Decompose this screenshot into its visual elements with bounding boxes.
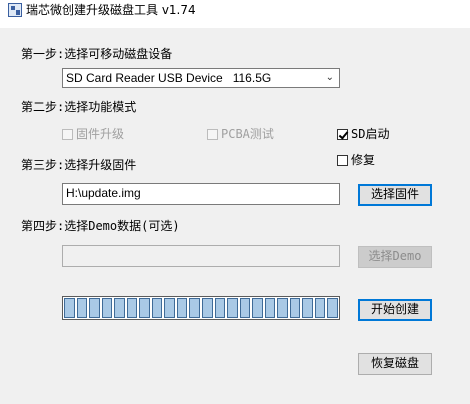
demo-path-field[interactable] [62,245,340,267]
repair-checkbox[interactable] [337,155,348,166]
progress-bar [62,296,340,320]
step2-label: 第二步:选择功能模式 [21,100,137,114]
progress-segment [314,298,326,318]
restore-disk-button[interactable]: 恢复磁盘 [358,353,432,375]
restore-disk-button-label: 恢复磁盘 [370,356,419,370]
title-bar: 瑞芯微创建升级磁盘工具 v1.74 [0,0,470,28]
step4-label: 第四步:选择Demo数据(可选) [21,219,180,233]
window-title: 瑞芯微创建升级磁盘工具 v1.74 [26,3,196,17]
chevron-down-icon[interactable]: ⌄ [326,72,334,84]
progress-segment [264,298,276,318]
progress-segment [151,298,163,318]
progress-segment [64,298,75,318]
progress-segment [89,298,100,318]
progress-segment [164,298,175,318]
app-icon [8,3,22,17]
progress-segment [126,298,138,318]
start-create-button[interactable]: 开始创建 [358,299,432,321]
progress-segment [214,298,226,318]
start-create-button-label: 开始创建 [370,302,419,316]
progress-segment [277,298,288,318]
progress-segment [176,298,188,318]
select-demo-button-label: 选择Demo [368,249,422,263]
progress-segment [76,298,88,318]
progress-segment [302,298,313,318]
device-select-value: SD Card Reader USB Device 116.5G [66,71,272,85]
pcba-test-checkbox[interactable] [207,129,218,140]
firmware-upgrade-checkbox[interactable] [62,129,73,140]
progress-segment [227,298,238,318]
progress-segment [114,298,125,318]
select-firmware-button-label: 选择固件 [370,187,419,201]
pcba-test-label: PCBA测试 [221,127,274,141]
progress-segment [252,298,263,318]
step3-label: 第三步:选择升级固件 [21,158,137,172]
progress-segment [101,298,113,318]
sd-boot-label: SD启动 [351,127,390,141]
progress-segment [327,298,339,318]
progress-segment [189,298,201,318]
firmware-upgrade-label: 固件升级 [76,127,125,141]
firmware-path-value: H:\update.img [66,186,141,200]
progress-segment [139,298,150,318]
progress-segment [202,298,213,318]
step1-label: 第一步:选择可移动磁盘设备 [21,47,173,61]
progress-segment [239,298,251,318]
select-demo-button[interactable]: 选择Demo [358,246,432,268]
progress-segment [289,298,301,318]
device-select[interactable]: SD Card Reader USB Device 116.5G ⌄ [62,68,340,88]
sd-boot-checkbox[interactable] [337,129,348,140]
repair-label: 修复 [351,153,376,167]
firmware-path-field[interactable]: H:\update.img [62,183,340,205]
select-firmware-button[interactable]: 选择固件 [358,184,432,206]
